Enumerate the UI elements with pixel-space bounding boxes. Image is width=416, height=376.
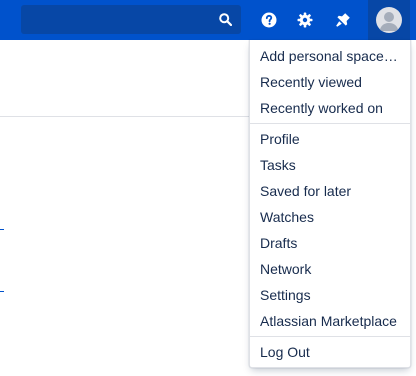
menu-item-recently-worked-on[interactable]: Recently worked on	[260, 95, 402, 121]
gear-icon[interactable]	[291, 6, 319, 34]
menu-item-add-personal-space[interactable]: Add personal space…	[260, 43, 402, 69]
menu-item-log-out[interactable]: Log Out	[260, 339, 402, 365]
menu-item-watches[interactable]: Watches	[260, 204, 402, 230]
menu-item-drafts[interactable]: Drafts	[260, 230, 402, 256]
search-icon[interactable]	[219, 13, 232, 26]
menu-item-network[interactable]: Network	[260, 256, 402, 282]
profile-dropdown-menu: Add personal space… Recently viewed Rece…	[249, 40, 411, 368]
search-box[interactable]	[21, 5, 241, 34]
page-link-fragment[interactable]	[0, 291, 4, 292]
menu-item-saved-for-later[interactable]: Saved for later	[260, 178, 402, 204]
menu-divider	[250, 336, 410, 337]
menu-item-recently-viewed[interactable]: Recently viewed	[260, 69, 402, 95]
notification-icon[interactable]	[329, 6, 357, 34]
page-link-fragment[interactable]	[0, 229, 4, 230]
menu-item-settings[interactable]: Settings	[260, 282, 402, 308]
page-content-panel	[0, 44, 258, 117]
menu-item-tasks[interactable]: Tasks	[260, 152, 402, 178]
menu-item-profile[interactable]: Profile	[260, 126, 402, 152]
menu-item-atlassian-marketplace[interactable]: Atlassian Marketplace	[260, 308, 402, 334]
profile-menu-button[interactable]	[368, 0, 410, 40]
search-input[interactable]	[21, 5, 211, 34]
help-icon[interactable]	[255, 6, 283, 34]
menu-divider	[250, 123, 410, 124]
avatar	[376, 7, 402, 33]
top-navigation-bar	[0, 0, 416, 40]
